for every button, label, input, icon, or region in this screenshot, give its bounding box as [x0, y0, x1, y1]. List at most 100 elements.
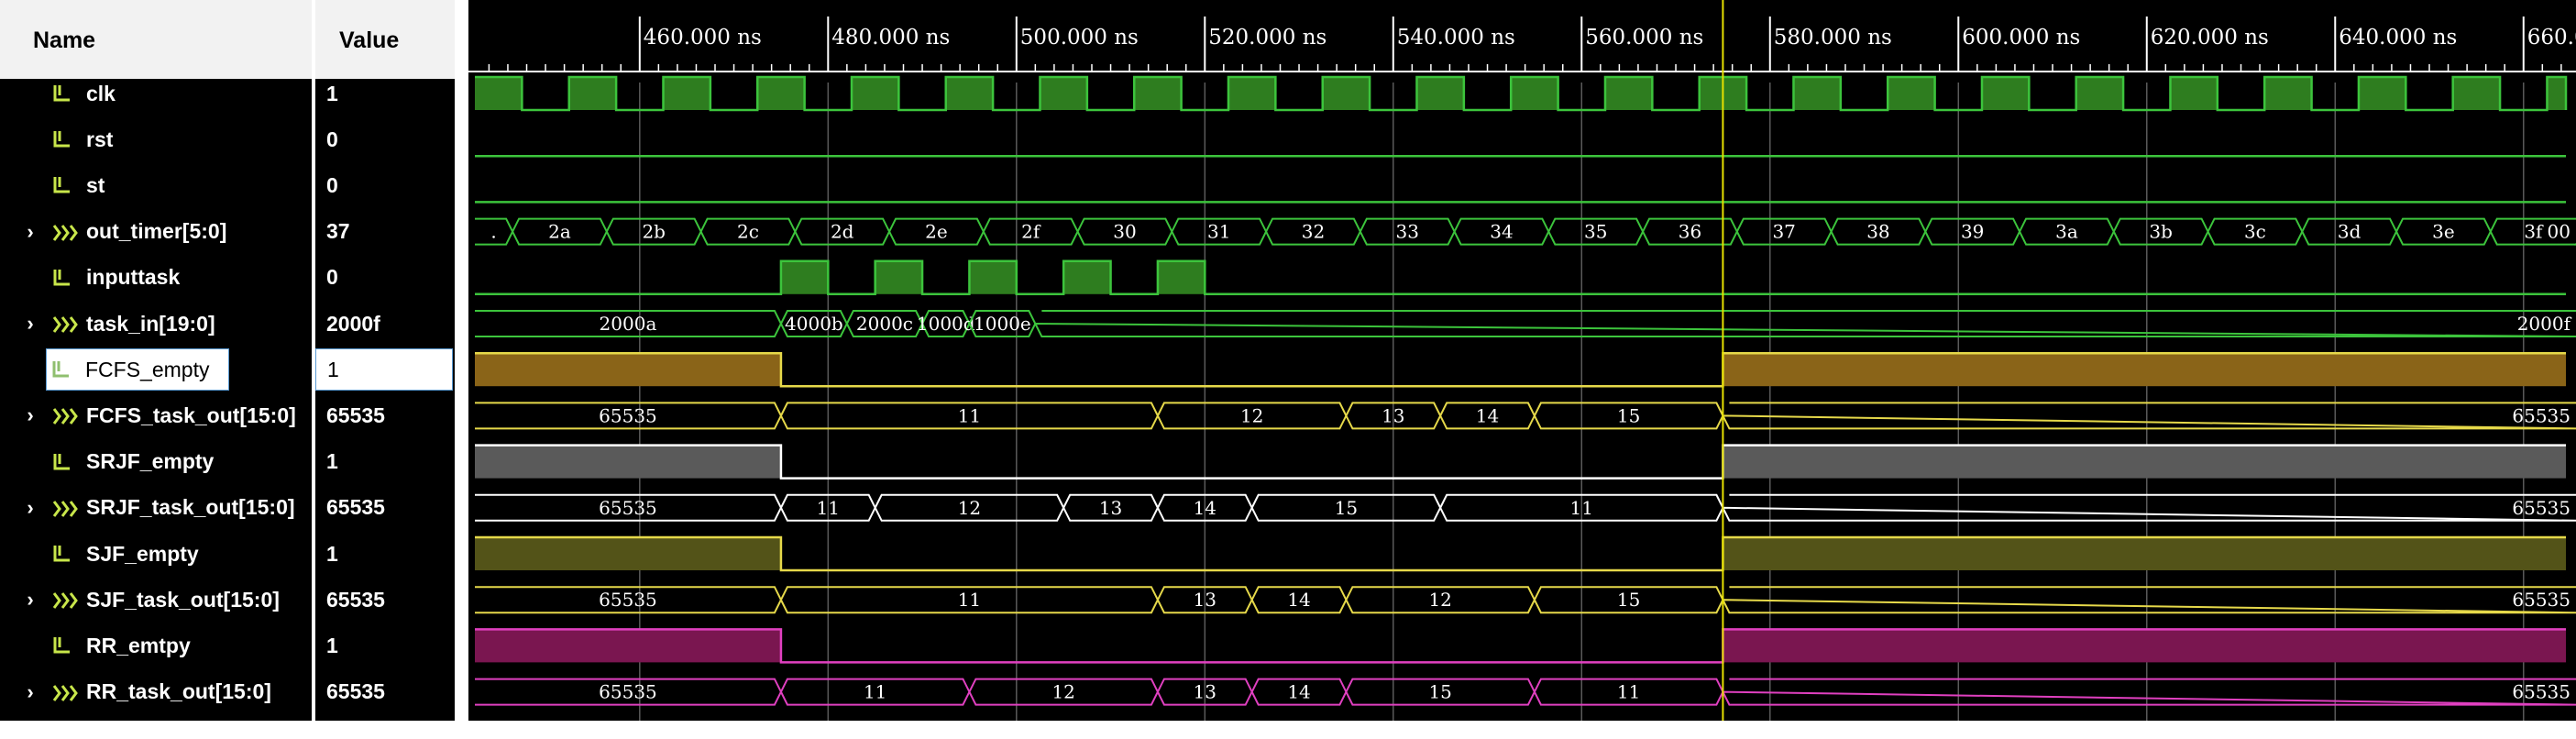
signal-value-srjf_empty[interactable]: 1 — [315, 441, 466, 483]
signal-row-clk[interactable]: clk — [0, 72, 312, 115]
expand-chevron-icon[interactable]: › — [20, 403, 40, 427]
bus-value-label: 2d — [831, 221, 854, 243]
clock-high-pulse — [475, 77, 523, 110]
bus-value-label: 14 — [1287, 589, 1310, 611]
bus-value-label: 32 — [1302, 221, 1325, 243]
signal-value-inputtask[interactable]: 0 — [315, 257, 466, 299]
signal-row-srjf_task_out[interactable]: › SRJF_task_out[15:0] — [0, 487, 312, 529]
clock-high-pulse — [2170, 77, 2218, 110]
clock-high-pulse — [1134, 77, 1182, 110]
bus-value-label: 13 — [1099, 497, 1122, 519]
signal-row-rst[interactable]: rst — [0, 118, 312, 160]
bus-value-label: 65535 — [599, 497, 657, 519]
value-column-header[interactable]: Value — [315, 0, 455, 79]
waveform-window: Name Value clk rst st › out_timer[5:0]inputt… — [0, 0, 2576, 739]
signal-value-fcfs_task_out[interactable]: 65535 — [315, 394, 466, 436]
value-header-label: Value — [339, 28, 400, 53]
signal-value-fcfs_empty[interactable]: 1 — [315, 348, 453, 392]
expand-chevron-icon[interactable]: › — [20, 496, 40, 520]
signal-value-text: 65535 — [326, 403, 385, 427]
bus-value-label: 65535 — [2512, 589, 2570, 611]
bit-high-region — [1723, 353, 2566, 387]
signal-value-clk[interactable]: 1 — [315, 72, 466, 115]
bus-value-label: 65535 — [599, 589, 657, 611]
bus-value-label: 14 — [1476, 404, 1499, 426]
signal-value-rr_emtpy[interactable]: 1 — [315, 624, 466, 667]
bus-value-label: 1000d — [917, 313, 975, 335]
signal-row-srjf_empty[interactable]: SRJF_empty — [0, 441, 312, 483]
signal-value-text: 1 — [326, 541, 338, 566]
signal-row-fcfs_empty[interactable]: FCFS_empty — [46, 348, 229, 392]
signal-name-label: out_timer[5:0] — [86, 219, 227, 244]
bus-value-label: 65535 — [2512, 497, 2570, 519]
name-header-label: Name — [33, 28, 96, 53]
bus-value-label: 2a — [548, 221, 571, 243]
bit-high-region — [1723, 445, 2566, 479]
signal-name-label: SJF_task_out[15:0] — [86, 587, 280, 612]
bit-high-region — [475, 445, 781, 479]
bit-high-region — [1723, 537, 2566, 570]
signal-row-rr_task_out[interactable]: › RR_task_out[15:0] — [0, 671, 312, 713]
bus-value-label: 12 — [1240, 404, 1263, 426]
signal-value-text: 65535 — [326, 679, 385, 704]
bus-value-label: 3e — [2432, 221, 2455, 243]
signal-row-inputtask[interactable]: inputtask — [0, 257, 312, 299]
signal-value-st[interactable]: 0 — [315, 164, 466, 206]
waveform-canvas[interactable]: 460.000 ns 480.000 ns 500.000 ns 520.000 ns… — [468, 0, 2576, 739]
time-tick-label: 460.000 ns — [644, 26, 762, 50]
signal-value-rr_task_out[interactable]: 65535 — [315, 671, 466, 713]
signal-row-sjf_task_out[interactable]: › SJF_task_out[15:0] — [0, 579, 312, 621]
signal-name-label: RR_emtpy — [86, 633, 191, 657]
clock-high-pulse — [1793, 77, 1841, 110]
bit-signal-icon — [40, 542, 86, 566]
signal-value-rst[interactable]: 0 — [315, 118, 466, 160]
clock-high-pulse — [2075, 77, 2124, 110]
bus-signal-icon — [40, 312, 86, 336]
signal-row-rr_emtpy[interactable]: RR_emtpy — [0, 624, 312, 667]
bus-value-label: 2b — [642, 221, 666, 243]
bus-signal-icon — [40, 403, 86, 427]
clock-high-pulse — [2547, 77, 2566, 110]
signal-value-out_timer[interactable]: 37 — [315, 211, 466, 253]
bit-high-region — [475, 537, 781, 570]
expand-chevron-icon[interactable]: › — [20, 588, 40, 612]
bit-signal-icon — [40, 266, 86, 290]
bus-value-label: 36 — [1679, 221, 1701, 243]
signal-row-fcfs_task_out[interactable]: › FCFS_task_out[15:0] — [0, 394, 312, 436]
bus-value-label: 31 — [1207, 221, 1230, 243]
clock-high-pulse — [851, 77, 899, 110]
time-tick-label: 640.000 ns — [2339, 26, 2457, 50]
bus-value-label: 3d — [2338, 221, 2361, 243]
bus-signal-icon — [40, 680, 86, 704]
signal-value-srjf_task_out[interactable]: 65535 — [315, 487, 466, 529]
expand-chevron-icon[interactable]: › — [20, 312, 40, 336]
signal-value-task_in[interactable]: 2000f — [315, 303, 466, 345]
clock-high-pulse — [1981, 77, 2030, 110]
signal-value-text: 37 — [326, 219, 350, 244]
time-tick-label: 620.000 ns — [2151, 26, 2269, 50]
bit-signal-icon — [39, 358, 85, 381]
bus-value-label: 1000e — [974, 313, 1031, 335]
signal-name-label: clk — [86, 81, 116, 105]
signal-row-out_timer[interactable]: › out_timer[5:0] — [0, 211, 312, 253]
bus-value-label: 38 — [1866, 221, 1889, 243]
bus-value-label: 2000f — [2517, 313, 2572, 335]
signal-row-sjf_empty[interactable]: SJF_empty — [0, 533, 312, 575]
signal-row-st[interactable]: st — [0, 164, 312, 206]
name-column-header[interactable]: Name — [0, 0, 312, 79]
signal-value-sjf_task_out[interactable]: 65535 — [315, 579, 466, 621]
time-tick-label: 500.000 ns — [1020, 26, 1139, 50]
time-tick-label: 560.000 ns — [1585, 26, 1703, 50]
signal-row-task_in[interactable]: › task_in[19:0] — [0, 303, 312, 345]
bus-signal-icon — [40, 588, 86, 612]
signal-value-sjf_empty[interactable]: 1 — [315, 533, 466, 575]
time-tick-label: 580.000 ns — [1774, 26, 1892, 50]
bus-value-label: 15 — [1617, 404, 1640, 426]
expand-chevron-icon[interactable]: › — [20, 680, 40, 704]
clock-high-pulse — [568, 77, 617, 110]
bus-value-label: . — [490, 221, 496, 243]
expand-chevron-icon[interactable]: › — [20, 220, 40, 244]
bit-high-region — [1157, 260, 1205, 294]
signal-value-text: 2000f — [326, 311, 380, 336]
bus-value-label: 3f — [2524, 221, 2544, 243]
